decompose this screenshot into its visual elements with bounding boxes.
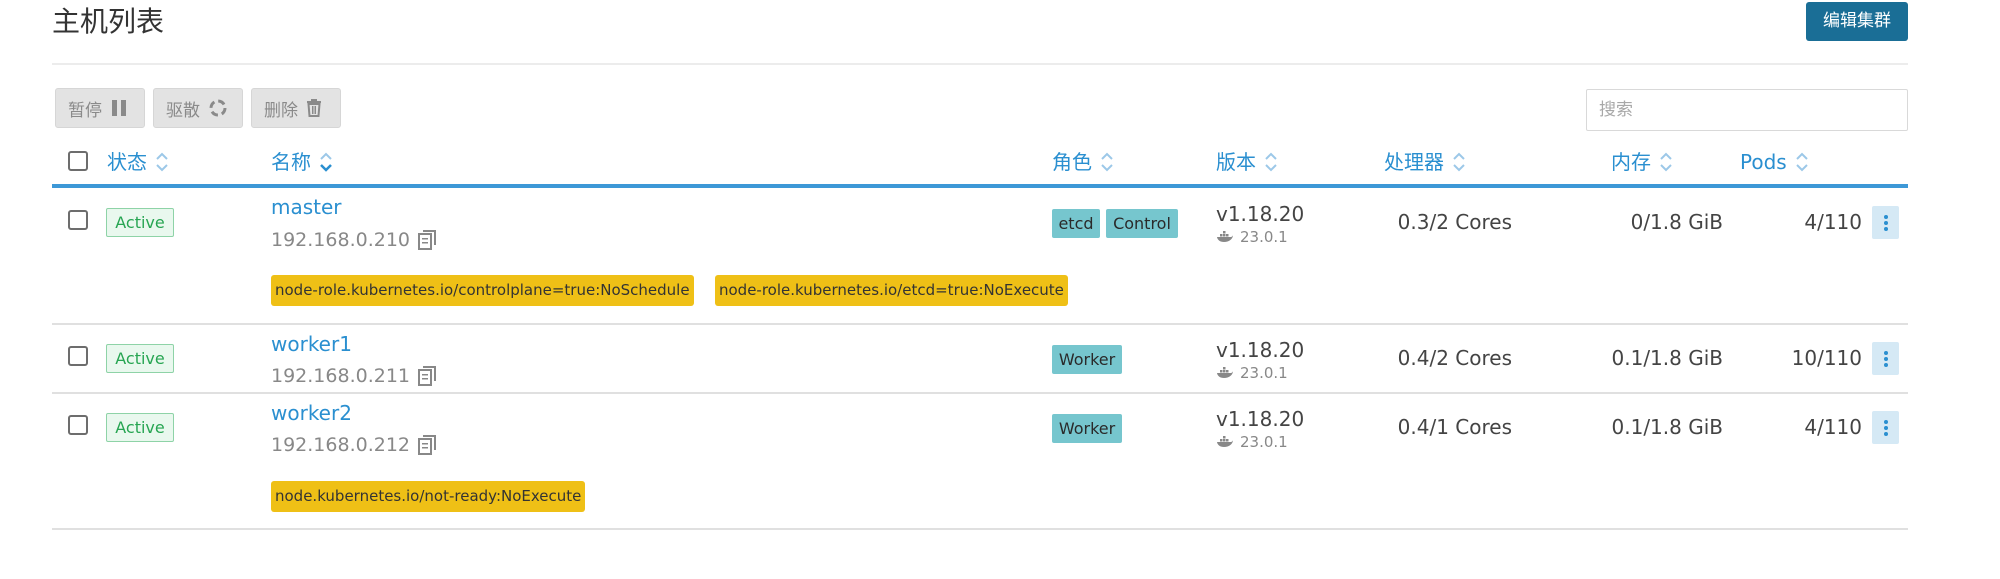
role-badge: Worker — [1052, 345, 1122, 374]
memory-usage: 0.1/1.8 GiB — [1611, 346, 1723, 370]
edit-cluster-button[interactable]: 编辑集群 — [1806, 2, 1908, 41]
docker-version-text: 23.0.1 — [1240, 228, 1288, 246]
header-state[interactable]: 状态 — [107, 148, 169, 176]
header-state-label: 状态 — [107, 150, 147, 174]
row-divider — [52, 323, 1908, 325]
sort-icon — [1265, 152, 1277, 172]
sort-desc-icon — [320, 152, 332, 172]
pause-button[interactable]: 暂停 — [55, 88, 145, 128]
cpu-usage: 0.4/2 Cores — [1397, 346, 1512, 370]
docker-version-text: 23.0.1 — [1240, 433, 1288, 451]
title-divider — [52, 63, 1908, 65]
row-actions-button[interactable] — [1872, 342, 1899, 375]
role-badge: Control — [1106, 209, 1178, 238]
row-checkbox[interactable] — [68, 415, 88, 435]
search-input[interactable] — [1586, 89, 1908, 131]
more-vertical-icon — [1883, 350, 1888, 367]
row-checkbox[interactable] — [68, 346, 88, 366]
table-header-divider — [52, 184, 1908, 188]
copy-icon[interactable] — [418, 230, 437, 250]
taint-badge: node.kubernetes.io/not-ready:NoExecute — [271, 481, 586, 512]
node-ip-text: 192.168.0.212 — [271, 434, 411, 456]
role-badge: etcd — [1052, 209, 1100, 238]
row-actions-button[interactable] — [1872, 411, 1899, 444]
table-bottom-divider — [52, 528, 1908, 530]
sort-icon — [1101, 152, 1113, 172]
node-ip: 192.168.0.211 — [271, 363, 437, 389]
memory-usage: 0.1/1.8 GiB — [1611, 415, 1723, 439]
row-actions-button[interactable] — [1872, 206, 1899, 239]
taint-badge: node-role.kubernetes.io/controlplane=tru… — [271, 275, 694, 306]
drain-button-label: 驱散 — [166, 100, 200, 121]
kubelet-version: v1.18.20 — [1216, 407, 1305, 431]
header-cpu-label: 处理器 — [1384, 150, 1444, 174]
header-memory[interactable]: 内存 — [1611, 148, 1673, 176]
header-version-label: 版本 — [1216, 150, 1256, 174]
select-all-checkbox[interactable] — [68, 151, 88, 171]
node-ip-text: 192.168.0.211 — [271, 365, 411, 387]
node-name-link[interactable]: worker2 — [271, 400, 352, 426]
delete-button-label: 删除 — [264, 100, 298, 121]
header-pods-label: Pods — [1740, 150, 1787, 174]
status-badge: Active — [106, 413, 174, 442]
row-divider — [52, 392, 1908, 394]
more-vertical-icon — [1883, 214, 1888, 231]
docker-icon — [1217, 436, 1233, 447]
header-name-label: 名称 — [271, 150, 311, 174]
pods-count: 10/110 — [1791, 346, 1862, 370]
cpu-usage: 0.4/1 Cores — [1397, 415, 1512, 439]
sort-icon — [1660, 152, 1672, 172]
node-name-link[interactable]: worker1 — [271, 331, 352, 357]
row-checkbox[interactable] — [68, 210, 88, 230]
node-ip-text: 192.168.0.210 — [271, 229, 411, 251]
header-roles[interactable]: 角色 — [1052, 148, 1114, 176]
more-vertical-icon — [1883, 419, 1888, 436]
pods-count: 4/110 — [1804, 210, 1862, 234]
docker-icon — [1217, 367, 1233, 378]
sort-icon — [156, 152, 168, 172]
node-name-link[interactable]: master — [271, 194, 342, 220]
header-cpu[interactable]: 处理器 — [1384, 148, 1466, 176]
drain-button[interactable]: 驱散 — [153, 88, 243, 128]
docker-version-text: 23.0.1 — [1240, 364, 1288, 382]
docker-version: 23.0.1 — [1216, 433, 1288, 451]
sort-icon — [1795, 152, 1808, 172]
role-badge: Worker — [1052, 414, 1122, 443]
docker-version: 23.0.1 — [1216, 364, 1288, 382]
cpu-usage: 0.3/2 Cores — [1397, 210, 1512, 234]
trash-icon — [307, 99, 321, 117]
node-ip: 192.168.0.210 — [271, 227, 437, 253]
docker-icon — [1217, 231, 1233, 242]
delete-button[interactable]: 删除 — [251, 88, 341, 128]
header-name[interactable]: 名称 — [271, 148, 333, 176]
header-pods[interactable]: Pods — [1740, 148, 1809, 176]
docker-version: 23.0.1 — [1216, 228, 1288, 246]
header-roles-label: 角色 — [1052, 150, 1092, 174]
page-title: 主机列表 — [52, 5, 165, 38]
pods-count: 4/110 — [1804, 415, 1862, 439]
kubelet-version: v1.18.20 — [1216, 338, 1305, 362]
status-badge: Active — [106, 344, 174, 373]
node-ip: 192.168.0.212 — [271, 432, 437, 458]
pause-icon — [112, 100, 126, 116]
status-badge: Active — [106, 208, 174, 237]
header-version[interactable]: 版本 — [1216, 148, 1278, 176]
sort-icon — [1453, 152, 1465, 172]
header-memory-label: 内存 — [1611, 150, 1651, 174]
memory-usage: 0/1.8 GiB — [1630, 210, 1723, 234]
kubelet-version: v1.18.20 — [1216, 202, 1305, 226]
refresh-icon — [209, 99, 227, 117]
copy-icon[interactable] — [418, 366, 437, 386]
taint-badge: node-role.kubernetes.io/etcd=true:NoExec… — [715, 275, 1068, 306]
pause-button-label: 暂停 — [68, 100, 102, 121]
copy-icon[interactable] — [418, 435, 437, 455]
